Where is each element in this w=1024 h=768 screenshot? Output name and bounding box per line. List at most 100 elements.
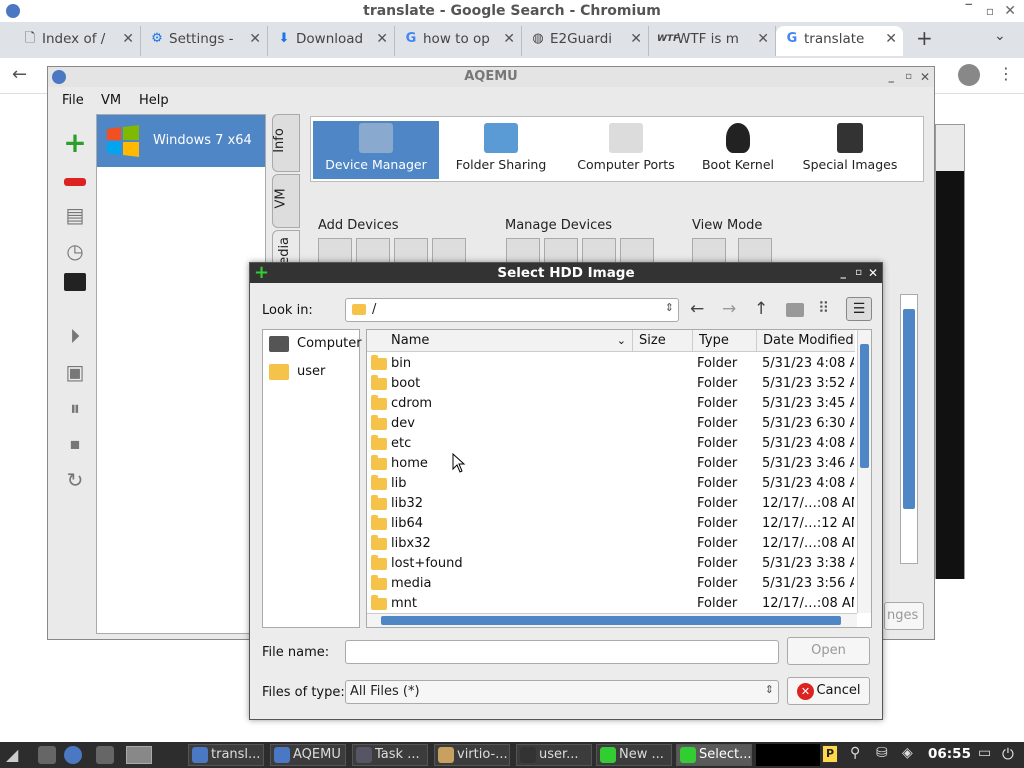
menu-icon[interactable]: ⋮ — [998, 64, 1014, 83]
taskbar-task[interactable]: virtio-... — [434, 744, 510, 766]
vm-list-item[interactable]: Windows 7 x64 — [97, 115, 265, 167]
files-of-type-combo[interactable]: All Files (*) ⇕ — [345, 680, 779, 704]
tab-vm[interactable]: VM — [272, 174, 300, 228]
menu-help[interactable]: Help — [139, 93, 169, 108]
file-row[interactable]: lib32 Folder 12/17/…:08 AM — [367, 494, 855, 514]
profile-icon[interactable] — [958, 64, 980, 86]
file-row[interactable]: lib Folder 5/31/23 4:08 AM — [367, 474, 855, 494]
reset-icon[interactable]: ↻ — [60, 465, 90, 495]
clipboard-icon[interactable]: P — [822, 745, 838, 763]
maximize-icon[interactable]: ▫ — [905, 67, 912, 87]
tab-how-to[interactable]: Ghow to op ✕ — [395, 26, 522, 56]
menu-file[interactable]: File — [62, 93, 84, 108]
open-button[interactable]: Open — [787, 637, 870, 665]
folder-sharing-button[interactable]: Folder Sharing — [449, 121, 553, 179]
terminal-icon[interactable] — [60, 272, 90, 302]
place-computer[interactable]: Computer — [267, 333, 362, 355]
menu-vm[interactable]: VM — [101, 93, 121, 108]
power-icon[interactable]: ⏻ — [1002, 745, 1014, 763]
close-icon[interactable]: ✕ — [122, 26, 134, 52]
close-icon[interactable]: ✕ — [1004, 0, 1016, 22]
boot-kernel-button[interactable]: Boot Kernel — [695, 121, 781, 179]
close-icon[interactable]: ✕ — [757, 26, 769, 52]
back-icon[interactable]: ← — [12, 64, 27, 85]
taskbar-task[interactable]: transl... — [188, 744, 264, 766]
column-name[interactable]: Name ⌄ — [367, 330, 633, 352]
play-icon[interactable]: ⏵ — [60, 321, 90, 351]
clock-icon[interactable]: ◷ — [60, 236, 90, 266]
file-row[interactable]: media Folder 5/31/23 3:56 AM — [367, 574, 855, 594]
taskbar-task[interactable]: Select... — [676, 744, 752, 766]
tab-translate[interactable]: Gtranslate ✕ — [776, 26, 903, 56]
scrollbar-thumb[interactable] — [860, 344, 869, 468]
place-user[interactable]: user — [267, 361, 359, 383]
file-row[interactable]: libx32 Folder 12/17/…:08 AM — [367, 534, 855, 554]
close-icon[interactable]: ✕ — [503, 26, 515, 52]
tab-index[interactable]: 🗋 Index of / ✕ — [14, 26, 141, 56]
taskbar-task[interactable]: Task ... — [352, 744, 428, 766]
minimize-icon[interactable]: _ — [841, 263, 847, 283]
device-list-scrollbar[interactable] — [900, 294, 918, 564]
network-icon[interactable]: ◈ — [902, 745, 913, 761]
forward-icon[interactable]: → — [722, 299, 736, 319]
apply-changes-button[interactable]: nges — [884, 602, 924, 630]
save-icon[interactable]: ▣ — [60, 357, 90, 387]
column-type[interactable]: Type — [693, 330, 757, 352]
file-row[interactable]: mnt Folder 12/17/…:08 AM — [367, 594, 855, 612]
back-icon[interactable]: ← — [690, 299, 704, 319]
tab-downloads[interactable]: ⬇ Download ✕ — [268, 26, 395, 56]
file-row[interactable]: etc Folder 5/31/23 4:08 AM — [367, 434, 855, 454]
vertical-scrollbar[interactable] — [857, 330, 871, 613]
add-vm-button[interactable]: + — [60, 128, 90, 158]
search-icon[interactable]: ⚲ — [850, 745, 860, 761]
column-date-modified[interactable]: Date Modified — [757, 330, 855, 352]
tab-wtf[interactable]: WTF WTF is m ✕ — [649, 26, 776, 56]
taskbar-task[interactable]: New ... — [596, 744, 672, 766]
file-row[interactable]: boot Folder 5/31/23 3:52 AM — [367, 374, 855, 394]
new-folder-icon[interactable] — [786, 303, 804, 317]
minimize-icon[interactable]: _ — [889, 67, 895, 87]
computer-ports-button[interactable]: Computer Ports — [571, 121, 681, 179]
delete-vm-button[interactable] — [60, 164, 90, 194]
tab-info[interactable]: Info — [272, 114, 300, 172]
close-icon[interactable]: ✕ — [376, 26, 388, 52]
close-icon[interactable]: ✕ — [920, 67, 930, 87]
close-icon[interactable]: ✕ — [630, 26, 642, 52]
file-row[interactable]: dev Folder 5/31/23 6:30 AM — [367, 414, 855, 434]
tab-e2guardian[interactable]: ◍ E2Guardi ✕ — [522, 26, 649, 56]
new-tab-button[interactable]: + — [916, 26, 933, 50]
scrollbar-thumb[interactable] — [381, 616, 841, 625]
file-name-input[interactable] — [345, 640, 779, 664]
stop-icon[interactable]: ⏹ — [60, 429, 90, 459]
taskbar-task[interactable]: AQEMU — [270, 744, 346, 766]
detail-view-icon[interactable]: ☰ — [846, 297, 872, 321]
minimize-icon[interactable]: ‾ — [966, 0, 973, 22]
drive-icon[interactable]: ▤ — [60, 200, 90, 230]
taskbar-task[interactable]: user... — [516, 744, 592, 766]
cancel-button[interactable]: ✕ Cancel — [787, 677, 870, 705]
icon-view-icon[interactable]: ⠿ — [818, 299, 829, 317]
parent-folder-icon[interactable]: ↑ — [754, 299, 768, 319]
file-row[interactable]: home Folder 5/31/23 3:46 AM — [367, 454, 855, 474]
close-icon[interactable]: ✕ — [249, 26, 261, 52]
file-row[interactable]: lib64 Folder 12/17/…:12 AM — [367, 514, 855, 534]
horizontal-scrollbar[interactable] — [367, 613, 857, 627]
tab-settings[interactable]: ⚙ Settings - ✕ — [141, 26, 268, 56]
close-icon[interactable]: ✕ — [868, 263, 878, 283]
device-manager-button[interactable]: Device Manager — [313, 121, 439, 179]
look-in-combo[interactable]: / ⇕ — [345, 298, 679, 322]
file-row[interactable]: cdrom Folder 5/31/23 3:45 AM — [367, 394, 855, 414]
file-row[interactable]: bin Folder 5/31/23 4:08 AM — [367, 354, 855, 374]
close-icon[interactable]: ✕ — [885, 26, 897, 52]
column-size[interactable]: Size — [633, 330, 693, 352]
pause-icon[interactable]: ⏸ — [60, 393, 90, 423]
special-images-button[interactable]: Special Images — [799, 121, 901, 179]
file-row[interactable]: lost+found Folder 5/31/23 3:38 AM — [367, 554, 855, 574]
maximize-icon[interactable]: ▫ — [855, 263, 862, 283]
switch-icon[interactable]: ▭ — [978, 745, 991, 761]
maximize-icon[interactable]: ▫ — [986, 0, 994, 22]
bag-icon[interactable]: ⛁ — [876, 745, 888, 761]
file-type-cell: Folder — [697, 516, 738, 531]
clock[interactable]: 06:55 — [928, 746, 971, 762]
chevron-down-icon[interactable]: ⌄ — [994, 28, 1006, 44]
